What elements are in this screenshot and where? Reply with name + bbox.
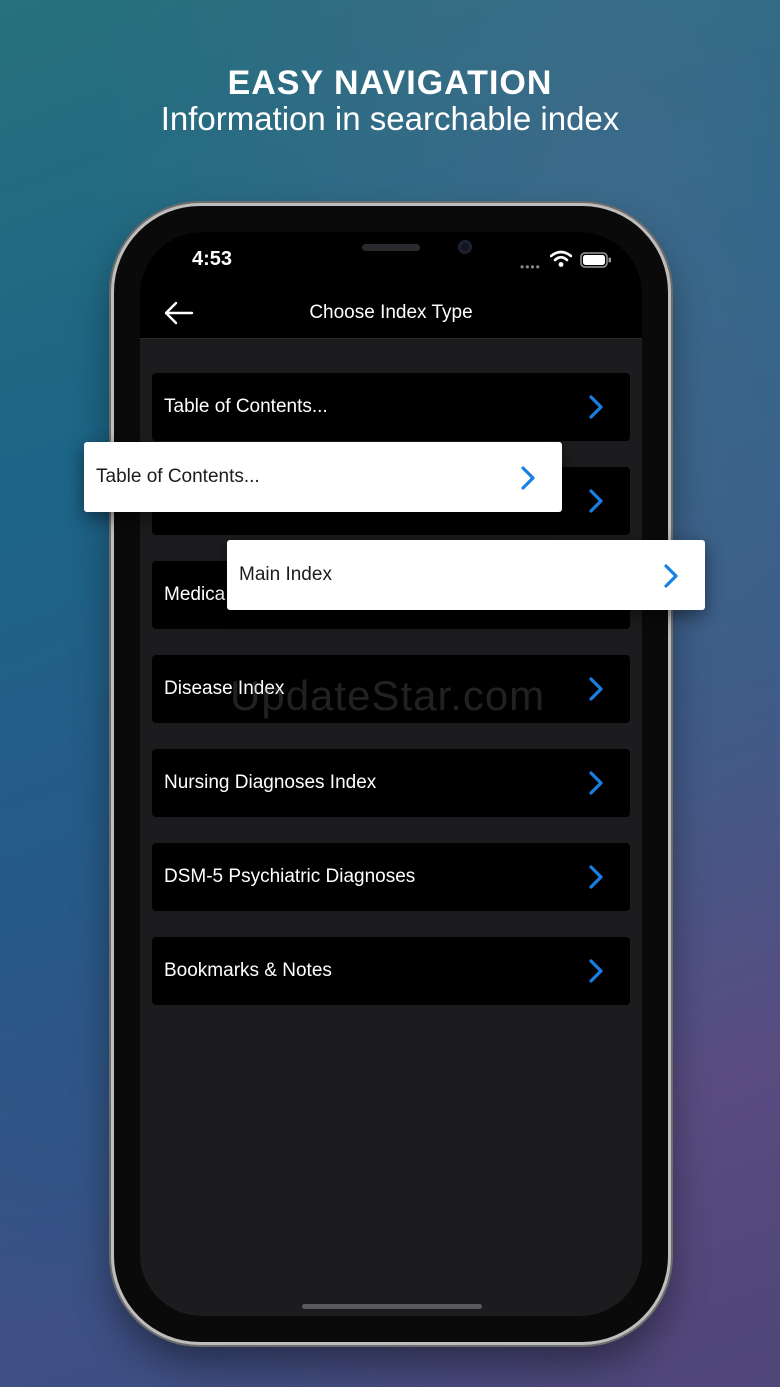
list-item-nursing-diagnoses-index[interactable]: Nursing Diagnoses Index	[152, 749, 630, 817]
list-item-label: Bookmarks & Notes	[164, 960, 332, 981]
list-item-label: Nursing Diagnoses Index	[164, 772, 377, 793]
chevron-right-icon	[589, 489, 603, 513]
phone-screen: 4:53 •••• Choose Index Type Table of Con…	[140, 232, 642, 1316]
list-item-label: DSM-5 Psychiatric Diagnoses	[164, 866, 416, 887]
chevron-right-icon	[589, 771, 603, 795]
nav-title: Choose Index Type	[309, 302, 473, 323]
chevron-right-icon	[589, 865, 603, 889]
front-camera	[458, 240, 472, 254]
status-time: 4:53	[192, 248, 233, 270]
callout-main-index[interactable]: Main Index	[227, 540, 705, 610]
promo-headline: EASY NAVIGATION	[227, 64, 553, 102]
wifi-icon	[550, 250, 572, 267]
navigation-bar: Choose Index Type	[140, 292, 642, 339]
list-item-label: Table of Contents...	[164, 396, 328, 417]
list-item-bookmarks-notes[interactable]: Bookmarks & Notes	[152, 937, 630, 1005]
chevron-right-icon	[664, 564, 678, 588]
watermark: UpdateStar.com	[230, 672, 546, 719]
chevron-right-icon	[589, 677, 603, 701]
list-item-dsm5-psychiatric-diagnoses[interactable]: DSM-5 Psychiatric Diagnoses	[152, 843, 630, 911]
home-indicator[interactable]	[302, 1304, 482, 1309]
status-indicators: ••••	[520, 250, 620, 274]
chevron-right-icon	[521, 466, 535, 490]
callout-label: Main Index	[239, 564, 332, 585]
battery-icon	[580, 252, 611, 268]
speaker-grille	[362, 244, 420, 251]
list-item-table-of-contents[interactable]: Table of Contents...	[152, 373, 630, 441]
callout-label: Table of Contents...	[96, 466, 260, 487]
callout-table-of-contents[interactable]: Table of Contents...	[84, 442, 562, 512]
list-item-label: Medica	[164, 584, 226, 605]
phone-notch	[258, 232, 524, 272]
promo-subline: Information in searchable index	[160, 100, 620, 137]
chevron-right-icon	[589, 959, 603, 983]
signal-dots-icon: ••••	[520, 260, 541, 274]
chevron-right-icon	[589, 395, 603, 419]
